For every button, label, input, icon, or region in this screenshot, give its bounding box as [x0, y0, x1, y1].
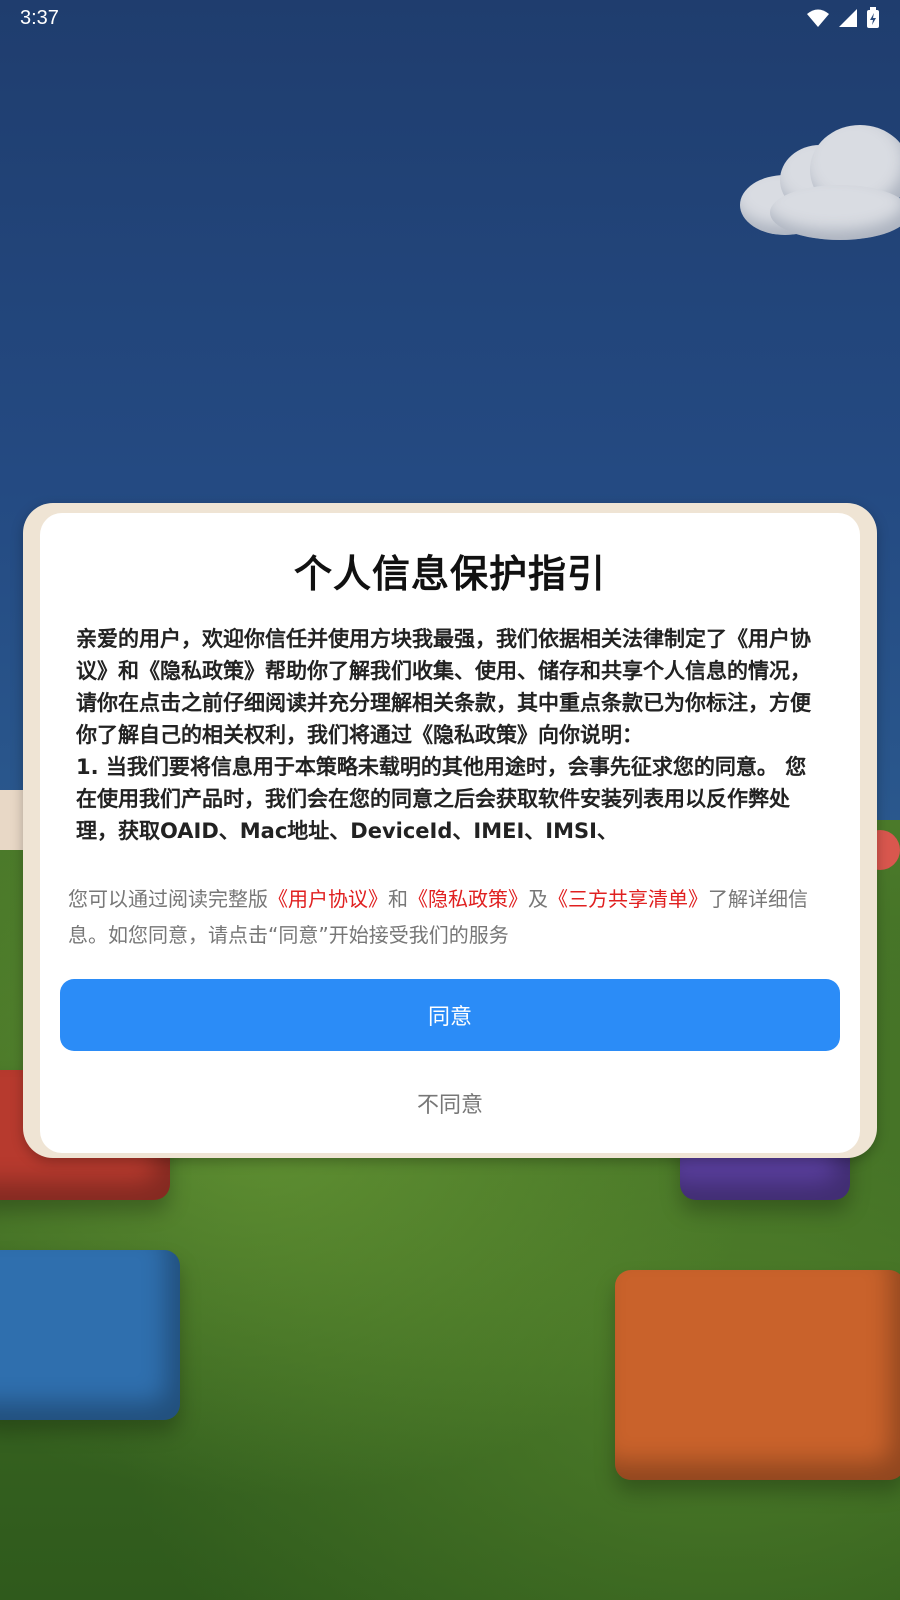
policy-paragraph: 1. 当我们要将信息用于本策略未载明的其他用途时，会事先征求您的同意。 您在使用…: [76, 755, 807, 843]
privacy-dialog: 个人信息保护指引 亲爱的用户，欢迎你信任并使用方块我最强，我们依据相关法律制定了…: [40, 513, 860, 1153]
castle-image: [0, 790, 24, 850]
agree-button[interactable]: 同意: [60, 979, 840, 1051]
status-bar: 3:37: [0, 0, 900, 36]
blue-cube-image: [0, 1250, 180, 1420]
summary-prefix: 您可以通过阅读完整版: [68, 887, 268, 911]
orange-cube-image: [615, 1270, 900, 1480]
screen: 3:37 个人信息保护指引 亲爱的用户，欢迎你信任并使用方块我最强，我们依据相关…: [0, 0, 900, 1600]
status-icons: [806, 7, 880, 29]
policy-paragraph: 亲爱的用户，欢迎你信任并使用方块我最强，我们依据相关法律制定了《用户协议》和《隐…: [76, 627, 811, 747]
user-agreement-link[interactable]: 《用户协议》: [268, 887, 388, 911]
privacy-policy-link[interactable]: 《隐私政策》: [408, 887, 528, 911]
disagree-button[interactable]: 不同意: [60, 1075, 840, 1131]
battery-icon: [867, 7, 879, 28]
summary-also: 及: [528, 887, 548, 911]
summary-and: 和: [388, 887, 408, 911]
policy-text-scroll[interactable]: 亲爱的用户，欢迎你信任并使用方块我最强，我们依据相关法律制定了《用户协议》和《隐…: [76, 623, 824, 881]
wifi-icon: [807, 9, 829, 27]
signal-icon: [839, 9, 857, 27]
summary-text: 您可以通过阅读完整版《用户协议》和《隐私政策》及《三方共享清单》了解详细信息。如…: [68, 881, 838, 953]
third-party-list-link[interactable]: 《三方共享清单》: [548, 887, 708, 911]
status-time: 3:37: [20, 7, 59, 29]
dialog-title: 个人信息保护指引: [293, 552, 606, 596]
cloud-image: [740, 125, 900, 245]
